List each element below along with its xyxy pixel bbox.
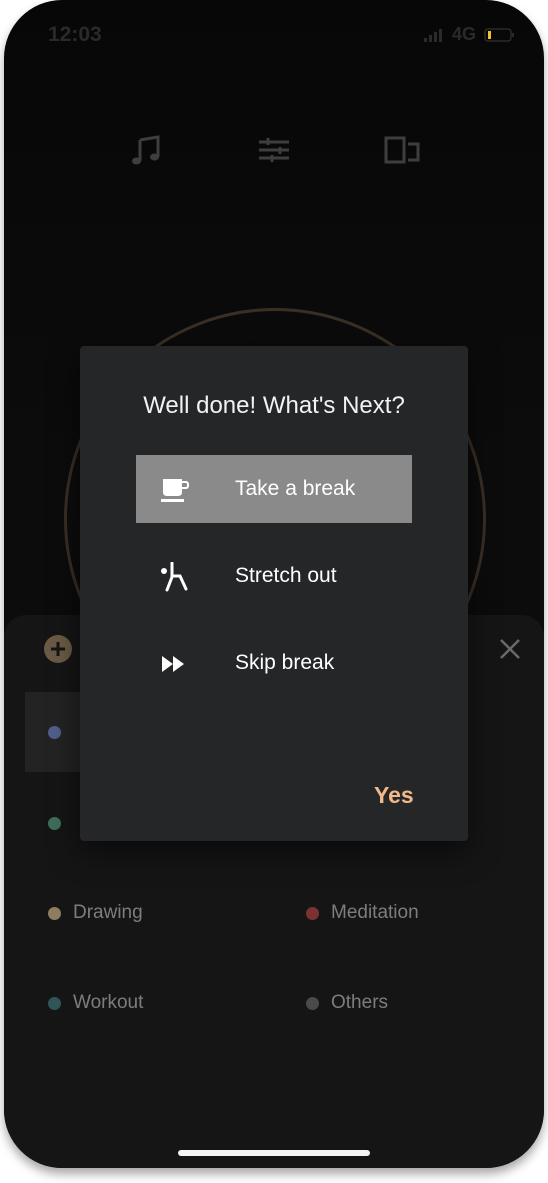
option-skip-break[interactable]: Skip break (136, 629, 412, 697)
home-indicator (178, 1150, 370, 1156)
fast-forward-icon (162, 656, 184, 672)
category-dot (306, 996, 319, 1010)
signal-icon (424, 29, 442, 42)
music-note-icon[interactable] (126, 130, 166, 170)
category-label: Others (331, 992, 389, 1013)
phone-screen: 12:03 4G Drawing Meditation Workout Othe… (4, 0, 544, 1168)
battery-icon (484, 28, 514, 42)
category-label: Workout (73, 992, 144, 1013)
add-icon[interactable] (44, 635, 72, 663)
status-time: 12:03 (48, 23, 102, 46)
option-take-a-break[interactable]: Take a break (136, 455, 412, 523)
next-action-dialog: Well done! What's Next? Take a break Str… (80, 346, 468, 841)
category-dot (48, 725, 61, 739)
sliders-icon[interactable] (254, 130, 294, 170)
category-item[interactable]: Drawing (48, 898, 143, 928)
category-item[interactable]: Others (306, 988, 388, 1018)
option-label: Skip break (235, 651, 335, 674)
option-label: Stretch out (235, 564, 337, 587)
close-icon[interactable] (498, 637, 522, 661)
toolbar (4, 130, 544, 180)
category-item-partial[interactable] (48, 808, 73, 838)
status-bar: 12:03 4G (4, 0, 544, 60)
yes-button[interactable]: Yes (374, 782, 414, 809)
category-label: Drawing (73, 902, 143, 923)
option-label: Take a break (235, 477, 356, 500)
category-item-partial[interactable] (48, 717, 73, 747)
network-label: 4G (452, 24, 477, 44)
category-dot (306, 906, 319, 920)
devices-icon[interactable] (382, 130, 422, 170)
category-label: Meditation (331, 902, 419, 923)
category-dot (48, 906, 61, 920)
stretch-figure-icon (161, 562, 188, 592)
coffee-cup-icon (161, 479, 190, 502)
category-dot (48, 816, 61, 830)
option-stretch-out[interactable]: Stretch out (136, 542, 412, 610)
category-item[interactable]: Workout (48, 988, 143, 1018)
category-dot (48, 996, 61, 1010)
dialog-title: Well done! What's Next? (143, 392, 405, 419)
category-item[interactable]: Meditation (306, 898, 419, 928)
